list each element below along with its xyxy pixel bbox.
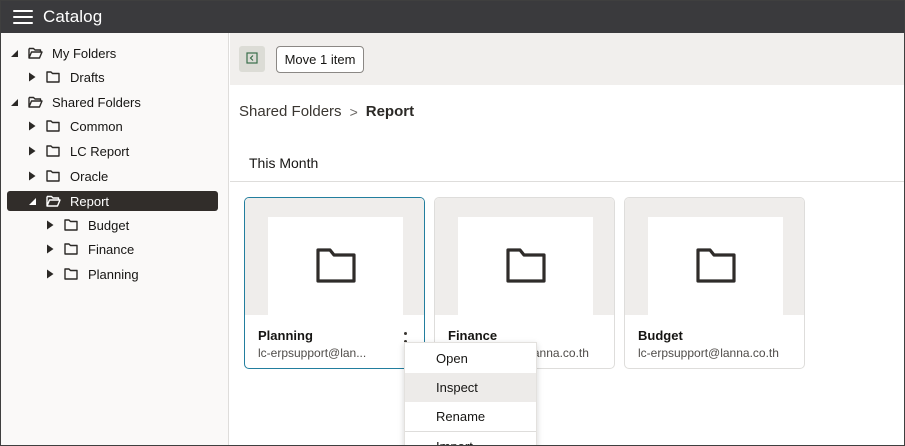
expanded-triangle-icon[interactable] bbox=[26, 191, 38, 211]
card-thumbnail bbox=[625, 198, 804, 315]
app-header: Catalog bbox=[1, 1, 904, 33]
breadcrumb-separator: > bbox=[349, 103, 358, 120]
card-title: Finance bbox=[448, 328, 498, 343]
open-folder-icon bbox=[46, 194, 62, 208]
open-folder-icon bbox=[28, 95, 44, 109]
main-content: Move 1 item Shared Folders > Report This… bbox=[230, 33, 904, 445]
breadcrumb: Shared Folders > Report bbox=[239, 103, 414, 120]
catalog-window: Catalog My Folders Drafts Shared Folders… bbox=[0, 0, 905, 446]
folder-icon bbox=[315, 247, 356, 286]
menu-item-import[interactable]: Import bbox=[405, 432, 536, 445]
tree-item-label: My Folders bbox=[52, 45, 117, 61]
collapsed-triangle-icon[interactable] bbox=[44, 215, 56, 235]
card-owner: lc-erpsupport@lanna.co.th bbox=[638, 346, 779, 360]
collapsed-triangle-icon[interactable] bbox=[26, 116, 38, 136]
tree-item-label: Budget bbox=[88, 217, 130, 233]
tree-item-label: LC Report bbox=[70, 143, 130, 159]
card-title: Budget bbox=[638, 328, 683, 343]
folder-icon bbox=[64, 267, 80, 281]
tree-item-label: Planning bbox=[88, 266, 139, 282]
tree-item-shared-folders[interactable]: Shared Folders bbox=[8, 92, 219, 112]
collapse-panel-icon bbox=[246, 51, 258, 67]
expanded-triangle-icon[interactable] bbox=[8, 92, 20, 112]
app-title: Catalog bbox=[43, 7, 103, 26]
folder-icon bbox=[46, 70, 62, 84]
collapsed-triangle-icon[interactable] bbox=[44, 264, 56, 284]
folder-icon bbox=[64, 242, 80, 256]
move-item-button[interactable]: Move 1 item bbox=[276, 46, 364, 73]
expanded-triangle-icon[interactable] bbox=[8, 43, 20, 63]
card-owner: lc-erpsupport@lan... bbox=[258, 346, 367, 360]
folder-icon bbox=[695, 247, 736, 286]
context-menu: Open Inspect Rename Import bbox=[404, 342, 537, 445]
tree-item-budget[interactable]: Budget bbox=[44, 215, 219, 235]
folder-card-budget[interactable]: Budget lc-erpsupport@lanna.co.th bbox=[624, 197, 805, 369]
collapsed-triangle-icon[interactable] bbox=[26, 166, 38, 186]
card-thumbnail bbox=[245, 198, 424, 315]
tree-item-planning[interactable]: Planning bbox=[44, 264, 219, 284]
collapsed-triangle-icon[interactable] bbox=[26, 67, 38, 87]
folder-icon bbox=[505, 247, 546, 286]
section-divider bbox=[230, 181, 904, 182]
tree-item-oracle[interactable]: Oracle bbox=[26, 166, 219, 186]
tree-item-label: Oracle bbox=[70, 168, 109, 184]
collapse-panel-button[interactable] bbox=[239, 46, 265, 72]
folder-icon bbox=[46, 119, 62, 133]
tree-item-label: Common bbox=[70, 118, 123, 134]
breadcrumb-current: Report bbox=[365, 103, 415, 120]
toolbar: Move 1 item bbox=[230, 33, 904, 85]
tree-item-common[interactable]: Common bbox=[26, 116, 219, 136]
tree-item-my-folders[interactable]: My Folders bbox=[8, 43, 219, 63]
folder-icon bbox=[46, 144, 62, 158]
folder-card-planning[interactable]: Planning lc-erpsupport@lan... bbox=[244, 197, 425, 369]
tree-item-label: Drafts bbox=[70, 69, 105, 85]
breadcrumb-parent-link[interactable]: Shared Folders bbox=[239, 103, 342, 120]
collapsed-triangle-icon[interactable] bbox=[44, 239, 56, 259]
folder-icon bbox=[46, 169, 62, 183]
tree-item-report[interactable]: Report bbox=[7, 191, 218, 211]
hamburger-menu-icon[interactable] bbox=[13, 10, 33, 24]
collapsed-triangle-icon[interactable] bbox=[26, 141, 38, 161]
tree-item-finance[interactable]: Finance bbox=[44, 239, 219, 259]
card-title: Planning bbox=[258, 328, 313, 343]
tree-item-drafts[interactable]: Drafts bbox=[26, 67, 219, 87]
menu-item-inspect[interactable]: Inspect bbox=[405, 373, 536, 402]
menu-item-rename[interactable]: Rename bbox=[405, 402, 536, 431]
tree-item-lc-report[interactable]: LC Report bbox=[26, 141, 219, 161]
menu-item-open[interactable]: Open bbox=[405, 344, 536, 373]
card-thumbnail bbox=[435, 198, 614, 315]
section-title: This Month bbox=[249, 155, 319, 171]
tree-item-label: Report bbox=[70, 193, 110, 209]
folder-icon bbox=[64, 218, 80, 232]
tree-item-label: Shared Folders bbox=[52, 94, 141, 110]
catalog-tree-sidebar: My Folders Drafts Shared Folders Common … bbox=[1, 33, 229, 445]
tree-item-label: Finance bbox=[88, 241, 135, 257]
open-folder-icon bbox=[28, 46, 44, 60]
